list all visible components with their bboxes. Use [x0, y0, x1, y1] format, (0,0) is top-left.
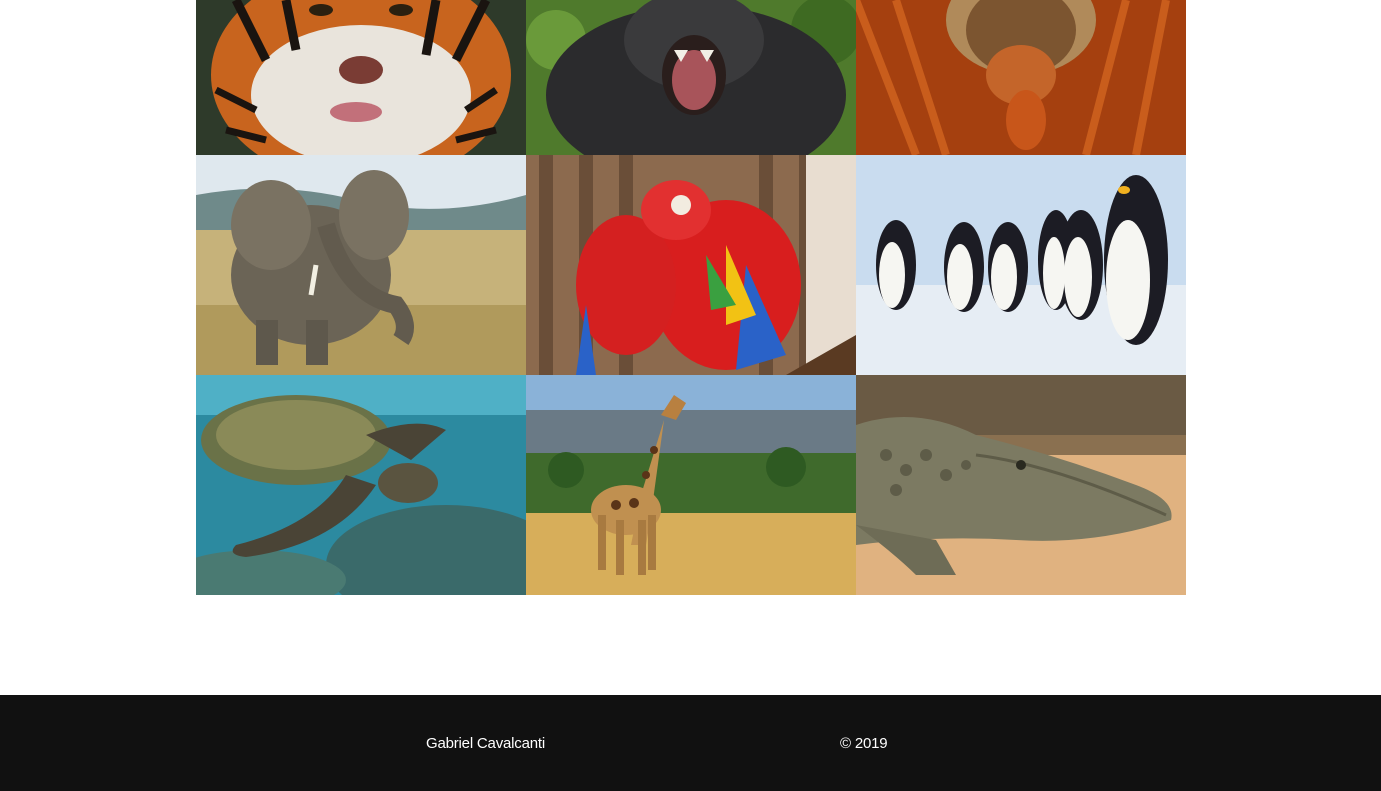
- gallery-tile-elephant[interactable]: [196, 155, 526, 375]
- gallery-tile-giraffe[interactable]: [526, 375, 856, 595]
- elephant-photo: [196, 155, 526, 375]
- gallery-tile-gorilla[interactable]: [526, 0, 856, 155]
- page: Gabriel Cavalcanti © 2019: [0, 0, 1381, 791]
- gallery-tile-tiger[interactable]: [196, 0, 526, 155]
- footer-author-name: Gabriel Cavalcanti: [426, 735, 545, 752]
- tiger-photo: [196, 0, 526, 155]
- giraffe-photo: [526, 375, 856, 595]
- crocodile-photo: [856, 375, 1186, 595]
- penguin-photo: [856, 155, 1186, 375]
- gallery-tile-orangutan[interactable]: [856, 0, 1186, 155]
- gallery-tile-sea-turtle[interactable]: [196, 375, 526, 595]
- orangutan-photo: [856, 0, 1186, 155]
- animal-gallery: [196, 0, 1186, 595]
- macaw-photo: [526, 155, 856, 375]
- gallery-tile-crocodile[interactable]: [856, 375, 1186, 595]
- gallery-tile-penguin[interactable]: [856, 155, 1186, 375]
- gallery-tile-macaw[interactable]: [526, 155, 856, 375]
- site-footer: Gabriel Cavalcanti © 2019: [0, 695, 1381, 791]
- gorilla-photo: [526, 0, 856, 155]
- footer-copyright: © 2019: [840, 735, 888, 752]
- sea-turtle-photo: [196, 375, 526, 595]
